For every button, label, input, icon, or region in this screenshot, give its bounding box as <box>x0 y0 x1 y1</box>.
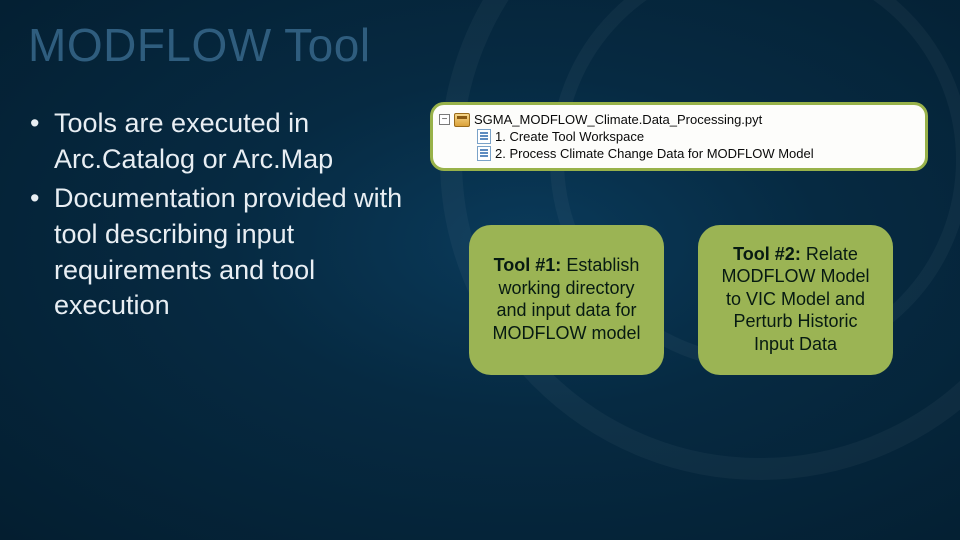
body-row: Tools are executed in Arc.Catalog or Arc… <box>28 106 932 375</box>
callout-lead: Tool #2: <box>733 244 801 264</box>
bullet-item: Documentation provided with tool describ… <box>28 181 418 324</box>
tool2-callout: Tool #2: Relate MODFLOW Model to VIC Mod… <box>698 225 893 375</box>
catalog-item-label: 2. Process Climate Change Data for MODFL… <box>495 146 814 161</box>
toolbox-label: SGMA_MODFLOW_Climate.Data_Processing.pyt <box>474 112 762 127</box>
slide: MODFLOW Tool Tools are executed in Arc.C… <box>0 0 960 540</box>
script-icon <box>477 146 491 161</box>
catalog-toolbox-row: − SGMA_MODFLOW_Climate.Data_Processing.p… <box>439 111 917 128</box>
catalog-tool-row: 2. Process Climate Change Data for MODFL… <box>439 145 917 162</box>
bullet-list: Tools are executed in Arc.Catalog or Arc… <box>28 106 418 375</box>
collapse-icon: − <box>439 114 450 125</box>
callouts-row: Tool #1: Establish working directory and… <box>430 225 932 375</box>
catalog-tool-row: 1. Create Tool Workspace <box>439 128 917 145</box>
catalog-item-label: 1. Create Tool Workspace <box>495 129 644 144</box>
right-column: − SGMA_MODFLOW_Climate.Data_Processing.p… <box>430 106 932 375</box>
bullet-item: Tools are executed in Arc.Catalog or Arc… <box>28 106 418 177</box>
slide-title: MODFLOW Tool <box>28 18 932 72</box>
tool1-callout: Tool #1: Establish working directory and… <box>469 225 664 375</box>
callout-lead: Tool #1: <box>494 255 562 275</box>
catalog-panel: − SGMA_MODFLOW_Climate.Data_Processing.p… <box>430 102 928 171</box>
script-icon <box>477 129 491 144</box>
toolbox-icon <box>454 113 470 127</box>
